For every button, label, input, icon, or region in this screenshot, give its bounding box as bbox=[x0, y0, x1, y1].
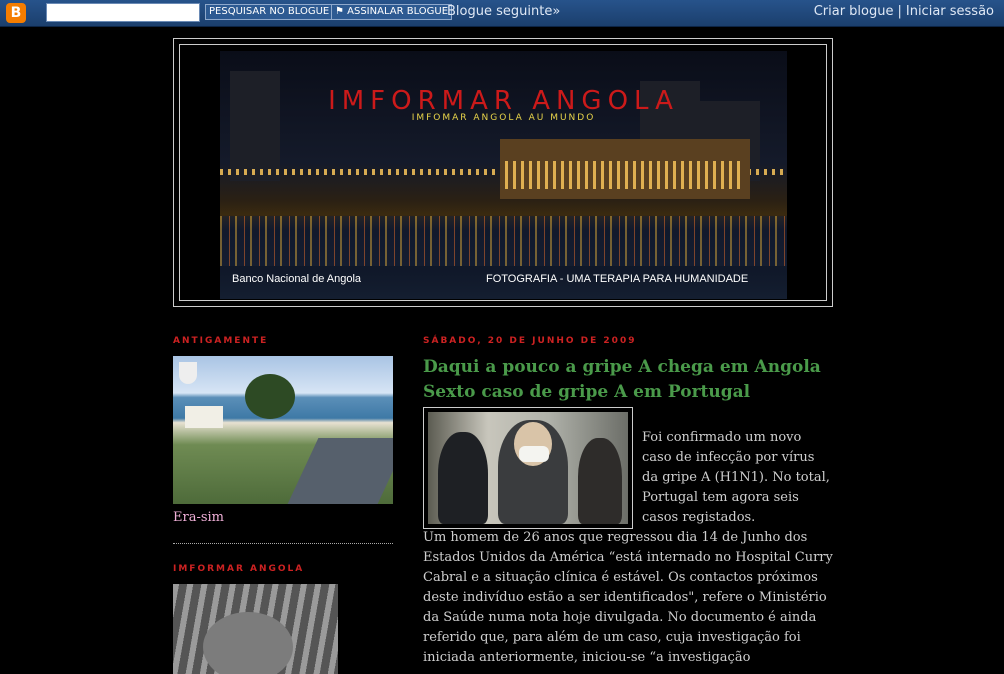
widget-divider bbox=[173, 543, 393, 544]
photo-building bbox=[185, 406, 223, 428]
widget-title-antigamente: ANTIGAMENTE bbox=[173, 336, 269, 346]
search-blog-button[interactable]: PESQUISAR NO BLOGUE bbox=[205, 4, 334, 20]
photo-caption-era-sim: Era-sim bbox=[173, 510, 225, 525]
next-blog-link[interactable]: Blogue seguinte» bbox=[447, 4, 560, 19]
post-image[interactable] bbox=[428, 412, 628, 524]
header-inner-frame: IMFORMAR ANGOLA IMFOMAR ANGOLA AU MUNDO … bbox=[179, 44, 827, 301]
main-content: SÁBADO, 20 DE JUNHO DE 2009 Daqui a pouc… bbox=[423, 336, 833, 665]
photo-caption-right: FOTOGRAFIA - UMA TERAPIA PARA HUMANIDADE bbox=[486, 273, 749, 285]
coat-of-arms-icon bbox=[179, 362, 197, 384]
follow-blog-button[interactable]: ⚑ ASSINALAR BLOGUE bbox=[331, 4, 453, 20]
widget-title-imformar-angola: IMFORMAR ANGOLA bbox=[173, 564, 305, 574]
photo-caption-left: Banco Nacional de Angola bbox=[232, 273, 362, 285]
sidebar: ANTIGAMENTE Era-sim IMFORMAR ANGOLA bbox=[173, 336, 393, 674]
post-body-text: Um homem de 26 anos que regressou dia 14… bbox=[423, 530, 833, 665]
blog-header: IMFORMAR ANGOLA IMFOMAR ANGOLA AU MUNDO … bbox=[173, 38, 833, 307]
photo-person bbox=[438, 432, 488, 524]
header-night-city-photo[interactable]: IMFORMAR ANGOLA IMFOMAR ANGOLA AU MUNDO … bbox=[220, 51, 787, 299]
photo-road bbox=[287, 438, 393, 504]
blog-description: IMFOMAR ANGOLA AU MUNDO bbox=[411, 113, 596, 123]
post-date-header: SÁBADO, 20 DE JUNHO DE 2009 bbox=[423, 336, 637, 346]
post-image-frame bbox=[423, 407, 633, 529]
photo-object bbox=[203, 612, 293, 674]
sign-in-link[interactable]: Iniciar sessão bbox=[906, 4, 994, 19]
link-separator: | bbox=[897, 4, 902, 19]
photo-person bbox=[578, 438, 622, 524]
navbar-account-links: Criar blogue | Iniciar sessão bbox=[814, 4, 994, 19]
blogger-logo-icon[interactable]: B bbox=[6, 3, 26, 23]
antigamente-photo[interactable] bbox=[173, 356, 393, 504]
photo-tree bbox=[245, 374, 295, 419]
post-title[interactable]: Daqui a pouco a gripe A chega em Angola … bbox=[423, 355, 833, 405]
photo-bank-lights bbox=[505, 161, 745, 189]
imformar-angola-photo[interactable] bbox=[173, 584, 338, 674]
photo-water-reflection bbox=[220, 216, 787, 266]
face-mask bbox=[519, 446, 549, 462]
post-body-intro: Foi confirmado um novo caso de infecção … bbox=[642, 430, 830, 525]
blog-search-input[interactable] bbox=[46, 3, 200, 22]
create-blog-link[interactable]: Criar blogue bbox=[814, 4, 894, 19]
blogger-navbar: B PESQUISAR NO BLOGUE ⚑ ASSINALAR BLOGUE… bbox=[0, 0, 1004, 27]
blog-title[interactable]: IMFORMAR ANGOLA bbox=[220, 86, 787, 116]
